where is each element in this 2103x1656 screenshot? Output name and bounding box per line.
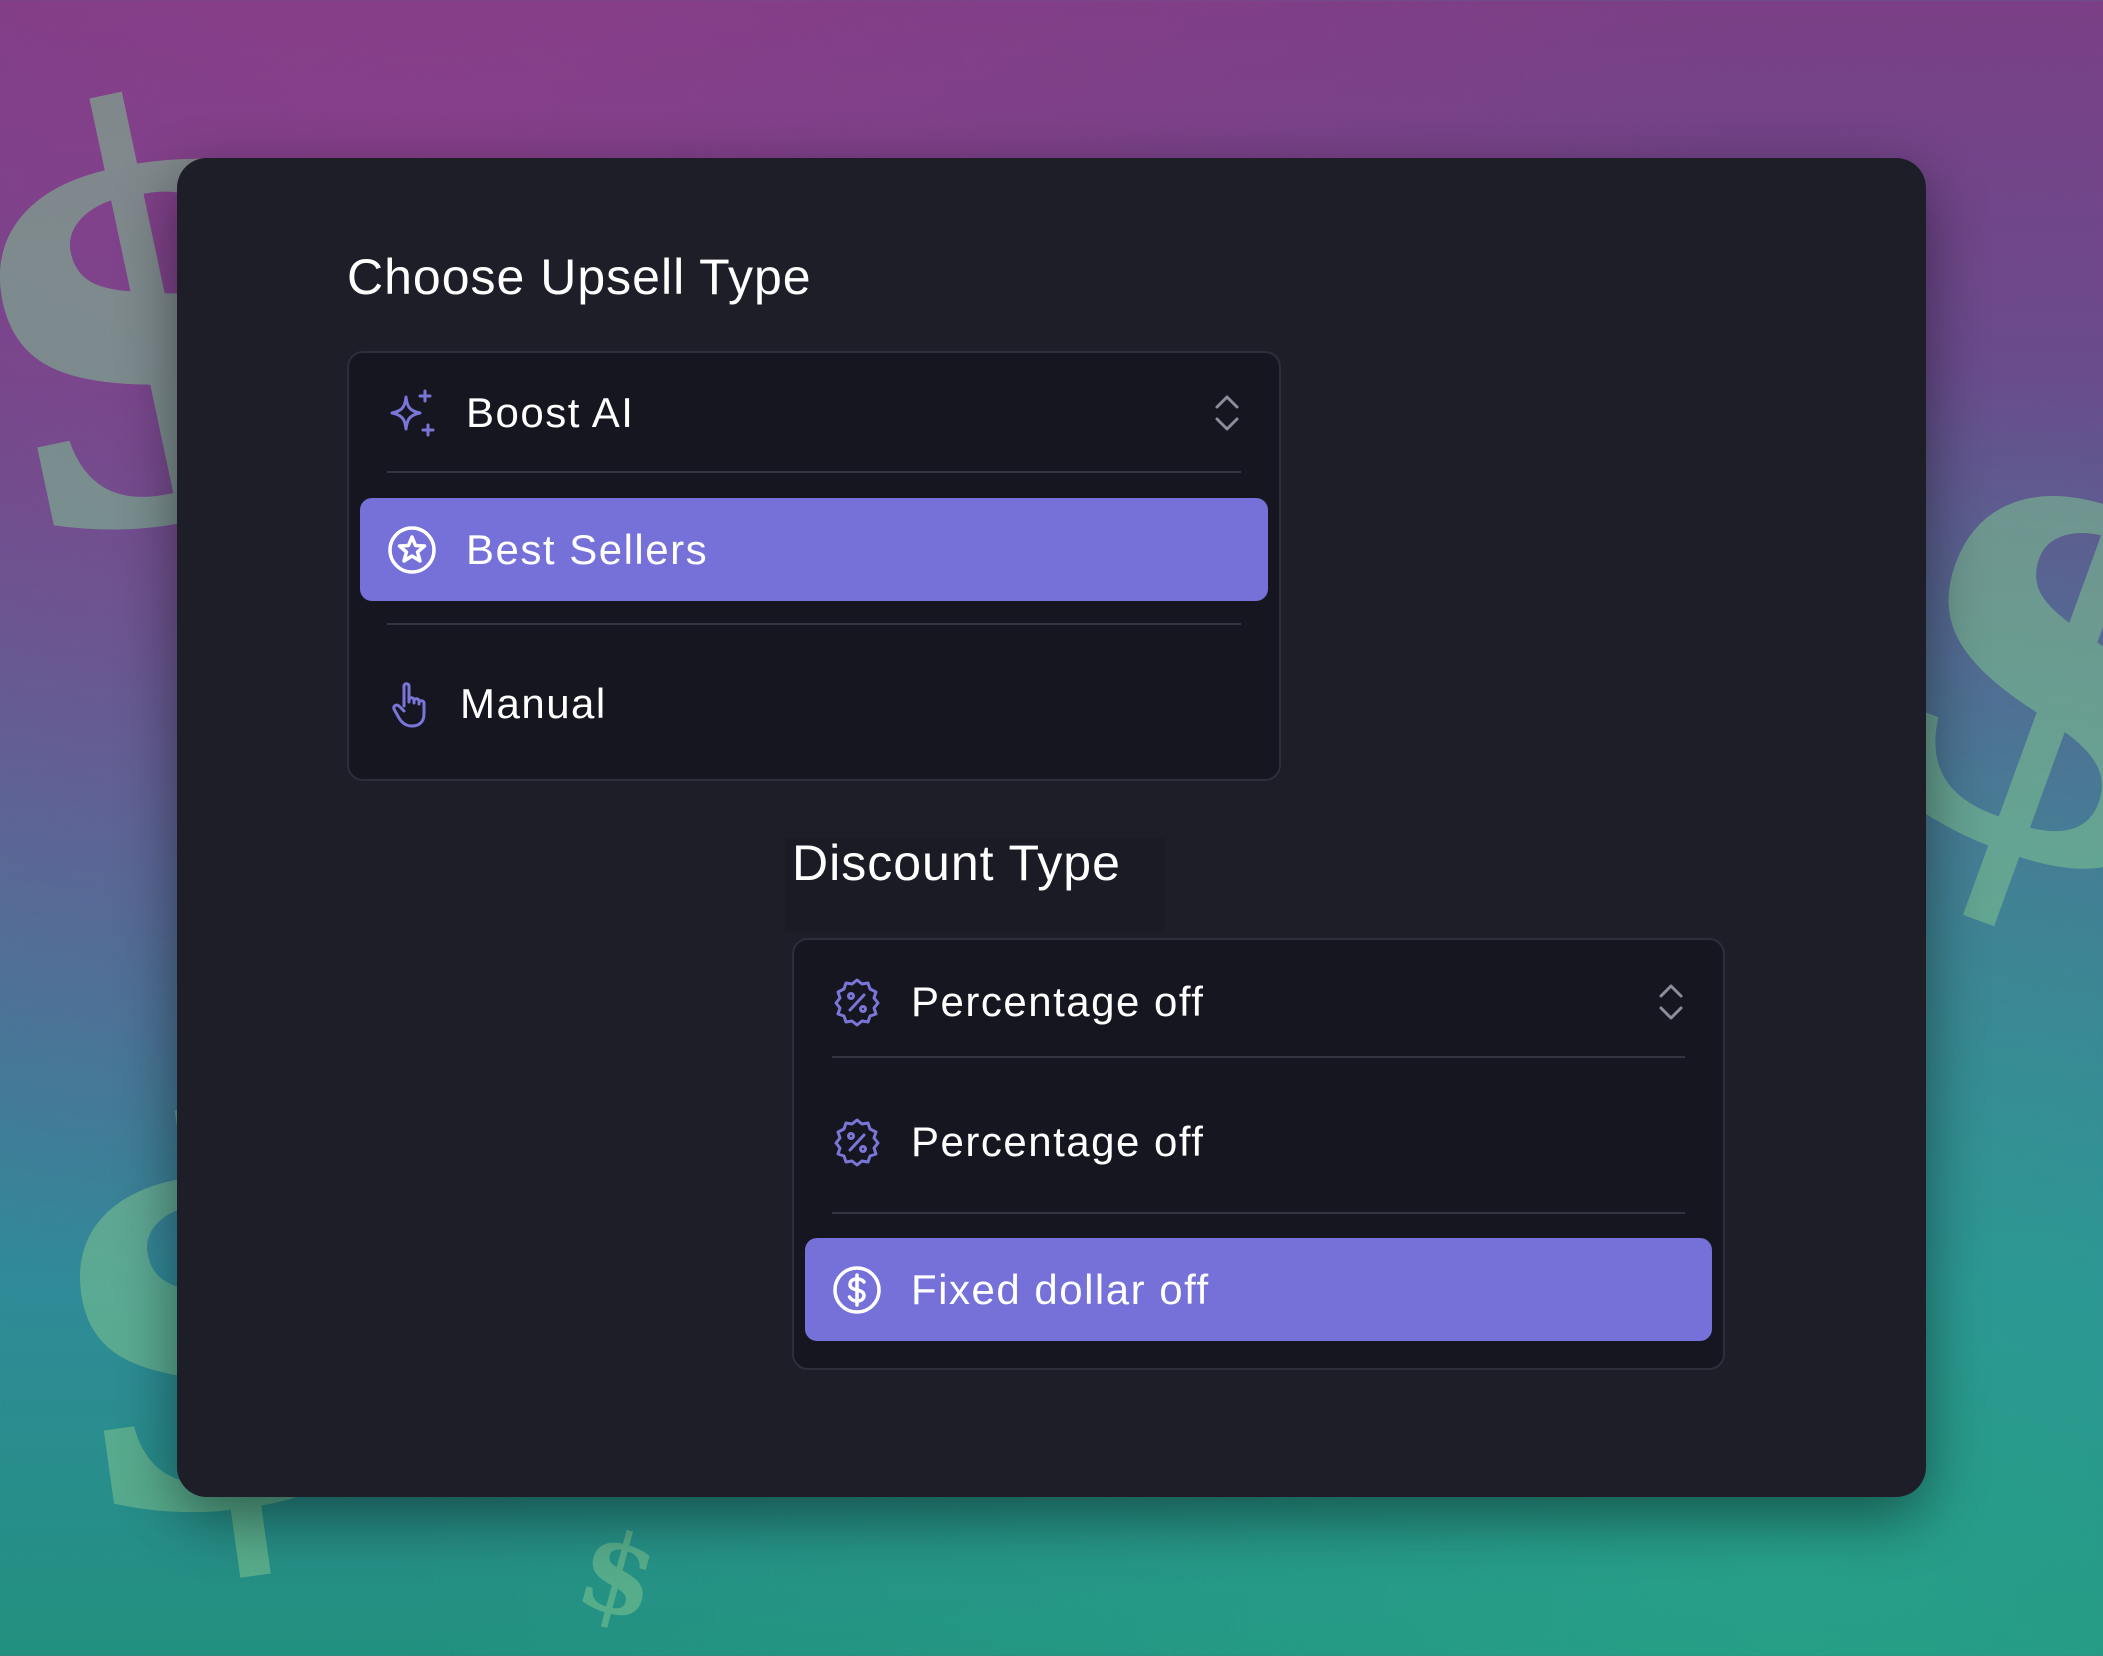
chevron-updown-icon[interactable] bbox=[1656, 980, 1686, 1024]
sparkles-icon bbox=[386, 387, 438, 439]
discount-option-label: Percentage off bbox=[911, 1117, 1205, 1165]
discount-option-percentage[interactable]: Percentage off bbox=[805, 1090, 1712, 1193]
percent-badge-icon bbox=[831, 976, 883, 1028]
discount-current-label: Percentage off bbox=[911, 977, 1205, 1025]
divider bbox=[832, 1056, 1685, 1058]
discount-option-label: Fixed dollar off bbox=[911, 1265, 1210, 1313]
discount-option-fixed-dollar[interactable]: Fixed dollar off bbox=[805, 1238, 1712, 1341]
discount-type-title: Discount Type bbox=[792, 835, 1121, 891]
divider bbox=[387, 471, 1241, 473]
upsell-option-best-sellers[interactable]: Best Sellers bbox=[360, 498, 1268, 601]
upsell-current-selection[interactable]: Boost AI bbox=[360, 361, 1268, 464]
divider bbox=[832, 1212, 1685, 1214]
dollar-circle-icon bbox=[831, 1264, 883, 1316]
upsell-option-label: Manual bbox=[460, 679, 607, 727]
hand-pointer-icon bbox=[386, 678, 438, 730]
upsell-current-label: Boost AI bbox=[466, 388, 635, 436]
chevron-updown-icon[interactable] bbox=[1212, 391, 1242, 435]
discount-current-selection[interactable]: Percentage off bbox=[805, 950, 1712, 1053]
upsell-option-manual[interactable]: Manual bbox=[360, 652, 1268, 755]
upsell-type-dropdown[interactable]: Boost AI Best Sellers Manual bbox=[347, 351, 1281, 781]
background-dollar-sign: $ bbox=[564, 1502, 673, 1647]
upsell-type-title: Choose Upsell Type bbox=[347, 249, 812, 305]
divider bbox=[387, 623, 1241, 625]
percent-badge-icon bbox=[831, 1116, 883, 1168]
upsell-settings-panel: Choose Upsell Type Boost AI Best Sellers… bbox=[177, 158, 1926, 1497]
star-badge-icon bbox=[386, 524, 438, 576]
discount-type-dropdown[interactable]: Percentage off Percentage off Fixed doll… bbox=[792, 938, 1725, 1370]
upsell-option-label: Best Sellers bbox=[466, 525, 709, 573]
